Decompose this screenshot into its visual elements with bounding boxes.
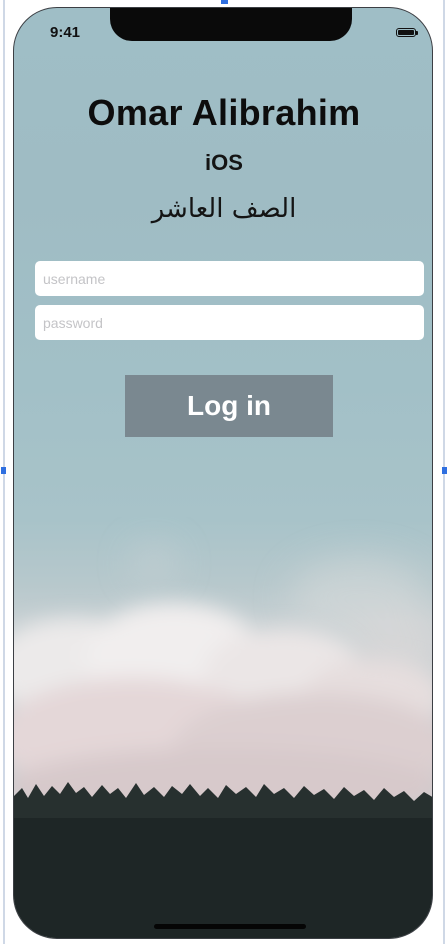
resize-handle-left[interactable] — [1, 467, 6, 474]
forest-silhouette — [14, 782, 432, 938]
resize-handle-right[interactable] — [442, 467, 447, 474]
username-field[interactable] — [35, 261, 424, 296]
canvas: 9:41 Omar Alibrahim iOS الصف العاشر Log … — [0, 0, 448, 944]
platform-label: iOS — [205, 150, 243, 175]
resize-handle-top[interactable] — [221, 0, 228, 4]
password-field[interactable] — [35, 305, 424, 340]
battery-icon — [396, 28, 418, 37]
grade-label: الصف العاشر — [151, 194, 297, 224]
home-indicator[interactable] — [154, 924, 306, 929]
page-title: Omar Alibrahim — [87, 92, 361, 133]
device-notch — [110, 8, 352, 41]
status-time: 9:41 — [50, 24, 81, 41]
login-button[interactable]: Log in — [125, 375, 333, 437]
phone-screen: 9:41 Omar Alibrahim iOS الصف العاشر Log … — [13, 7, 433, 939]
